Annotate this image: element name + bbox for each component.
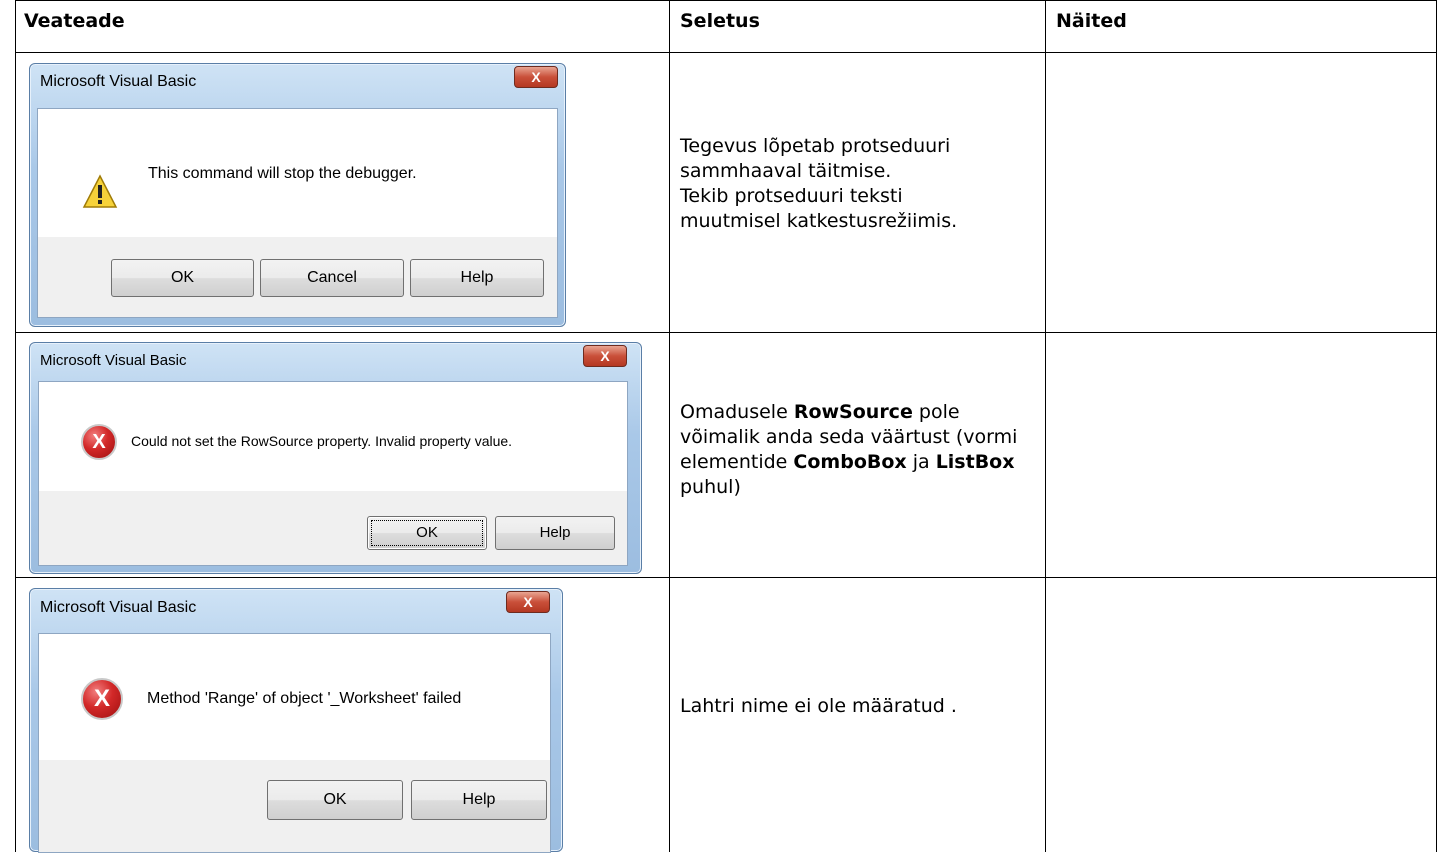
control-name-listbox: ListBox <box>935 451 1015 473</box>
dialog-message: Method 'Range' of object '_Worksheet' fa… <box>147 690 462 707</box>
dialog-title: Microsoft Visual Basic <box>40 599 197 616</box>
table-border-col2 <box>669 0 670 852</box>
dialog-message: Could not set the RowSource property. In… <box>131 433 513 449</box>
explanation-line: Tekib protseduuri teksti <box>680 185 903 207</box>
dialog-content: This command will stop the debugger. OK … <box>37 108 558 318</box>
explanation-text: Omadusele <box>680 401 794 423</box>
header-veateade: Veateade <box>24 10 125 32</box>
explanation-row-2: Omadusele RowSource pole võimalik anda s… <box>680 400 1025 500</box>
control-name-combobox: ComboBox <box>793 451 907 473</box>
explanation-text: puhul) <box>680 476 741 498</box>
table-row-divider <box>15 577 1437 578</box>
table-row-divider <box>15 332 1437 333</box>
dialog-content: X Method 'Range' of object '_Worksheet' … <box>38 633 551 853</box>
table-row-divider <box>15 52 1437 53</box>
close-button[interactable]: X <box>506 591 550 613</box>
header-naited: Näited <box>1056 10 1127 32</box>
ok-button[interactable]: OK <box>111 259 254 297</box>
explanation-line: sammhaaval täitmise. <box>680 160 892 182</box>
help-button[interactable]: Help <box>495 516 615 550</box>
error-icon: X <box>81 424 117 460</box>
explanation-row-3: Lahtri nime ei ole määratud . <box>680 695 957 717</box>
explanation-text: ja <box>906 451 936 473</box>
dialog-rowsource-error: Microsoft Visual Basic X X Could not set… <box>29 342 642 574</box>
dialog-range-error: Microsoft Visual Basic X X Method 'Range… <box>29 588 563 853</box>
table-border-top <box>15 0 1437 1</box>
close-button[interactable]: X <box>514 66 558 88</box>
ok-button[interactable]: OK <box>367 516 487 550</box>
property-name-rowsource: RowSource <box>793 401 913 423</box>
error-icon: X <box>81 678 123 720</box>
explanation-line: muutmisel katkestusrežiimis. <box>680 210 958 232</box>
ok-button[interactable]: OK <box>267 780 403 820</box>
dialog-stop-debugger: Microsoft Visual Basic X This command wi… <box>29 63 566 327</box>
help-button[interactable]: Help <box>410 259 544 297</box>
explanation-line: Tegevus lõpetab protseduuri <box>680 135 951 157</box>
dialog-title: Microsoft Visual Basic <box>40 352 187 369</box>
help-button[interactable]: Help <box>411 780 547 820</box>
cancel-button[interactable]: Cancel <box>260 259 404 297</box>
dialog-message: This command will stop the debugger. <box>148 165 417 182</box>
close-button[interactable]: X <box>583 345 627 367</box>
dialog-content: X Could not set the RowSource property. … <box>38 381 628 566</box>
header-seletus: Seletus <box>680 10 760 32</box>
dialog-title: Microsoft Visual Basic <box>40 73 197 90</box>
table-border-col3 <box>1045 0 1046 852</box>
warning-icon <box>82 174 118 208</box>
explanation-row-1: Tegevus lõpetab protseduuri sammhaaval t… <box>680 134 1020 234</box>
table-border-left <box>15 0 16 852</box>
